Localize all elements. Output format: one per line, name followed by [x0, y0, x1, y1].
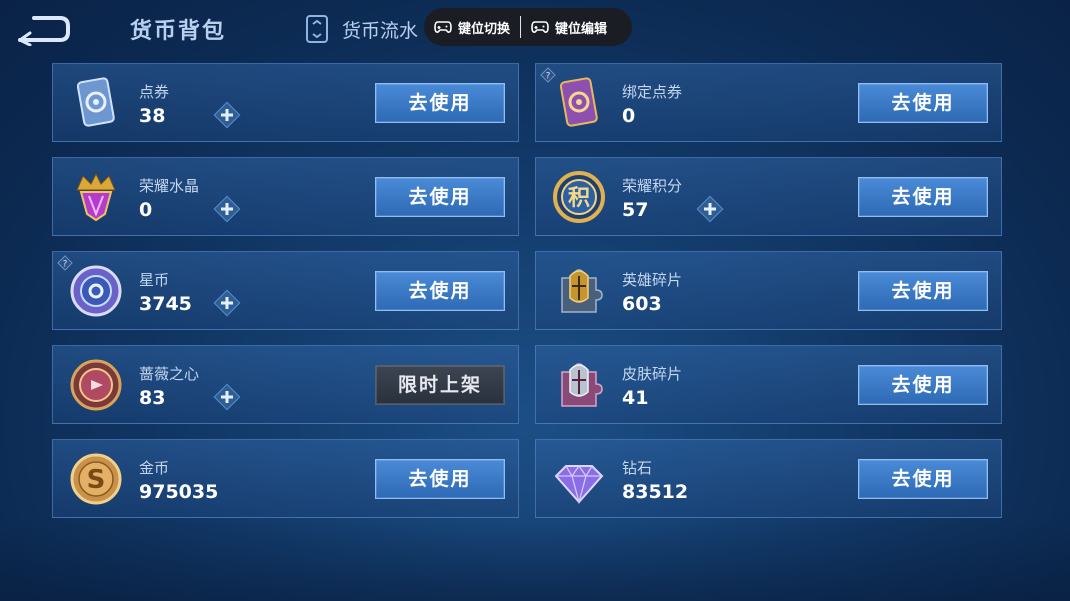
currency-flow-label: 货币流水	[342, 19, 419, 42]
currency-value: 38	[139, 105, 166, 127]
currency-name: 皮肤碎片	[622, 365, 683, 383]
gamepad-icon	[531, 21, 549, 33]
glory-points-icon: 积	[553, 171, 605, 223]
currency-name: 荣耀积分	[622, 177, 683, 195]
use-button[interactable]: 去使用	[858, 83, 988, 123]
page-title: 货币背包	[130, 19, 227, 44]
diamond-icon	[554, 464, 604, 505]
hero-fragment-icon	[561, 269, 603, 313]
gold-coin-icon: S	[70, 453, 122, 505]
use-button[interactable]: 去使用	[858, 177, 988, 217]
currency-value: 0	[622, 105, 636, 127]
use-button[interactable]: 去使用	[375, 177, 505, 217]
use-button[interactable]: 去使用	[858, 365, 988, 405]
back-arrow-icon[interactable]	[14, 12, 72, 46]
currency-name: 金币	[139, 459, 170, 477]
use-button[interactable]: 去使用	[858, 459, 988, 499]
star-coin-icon	[70, 265, 122, 317]
skin-fragment-icon	[561, 363, 603, 407]
currency-card-bound-voucher: ? 绑定点券 0 去使用	[535, 63, 1002, 142]
currency-value: 41	[622, 387, 649, 409]
currency-card-skin-fragment: 皮肤碎片 41 去使用	[535, 345, 1002, 424]
currency-flow-link[interactable]: 货币流水	[304, 14, 418, 44]
currency-value: 0	[139, 199, 153, 221]
use-button[interactable]: 去使用	[858, 271, 988, 311]
add-plus-icon[interactable]	[213, 383, 241, 411]
bound-voucher-card-icon	[559, 77, 598, 127]
currency-card-star-coin: ? 星币 3745 去使用	[52, 251, 519, 330]
bottom-shade	[0, 520, 1070, 601]
key-edit-button[interactable]: 键位编辑	[521, 8, 617, 46]
gamepad-icon	[434, 21, 452, 33]
top-bar: 货币背包 货币流水 键位切换 键位编辑	[0, 0, 1070, 58]
rose-heart-icon	[70, 359, 122, 411]
currency-name: 英雄碎片	[622, 271, 683, 289]
use-button[interactable]: 去使用	[375, 459, 505, 499]
currency-name: 荣耀水晶	[139, 177, 200, 195]
currency-value: 83512	[622, 481, 689, 503]
limited-time-button: 限时上架	[375, 365, 505, 405]
currency-card-diamond: 钻石 83512 去使用	[535, 439, 1002, 518]
key-switch-button[interactable]: 键位切换	[424, 8, 520, 46]
currency-card-glory-crystal: 荣耀水晶 0 去使用	[52, 157, 519, 236]
voucher-card-icon	[76, 77, 115, 127]
key-edit-label: 键位编辑	[555, 21, 608, 37]
currency-name: 蔷薇之心	[139, 365, 200, 383]
use-button[interactable]: 去使用	[375, 271, 505, 311]
currency-value: 57	[622, 199, 649, 221]
currency-card-voucher: 点券 38 去使用	[52, 63, 519, 142]
add-plus-icon[interactable]	[213, 195, 241, 223]
currency-value: 975035	[139, 481, 219, 503]
currency-name: 钻石	[622, 459, 653, 477]
key-switch-label: 键位切换	[458, 21, 511, 37]
add-plus-icon[interactable]	[213, 289, 241, 317]
glory-crystal-icon	[76, 172, 116, 222]
currency-value: 3745	[139, 293, 192, 315]
use-button[interactable]: 去使用	[375, 83, 505, 123]
add-plus-icon[interactable]	[213, 101, 241, 129]
key-control-pill: 键位切换 键位编辑	[424, 8, 632, 46]
currency-card-gold-coin: S 金币 975035 去使用	[52, 439, 519, 518]
svg-text:积: 积	[568, 186, 590, 211]
currency-name: 绑定点券	[622, 83, 683, 101]
svg-text:S: S	[87, 465, 106, 495]
currency-value: 83	[139, 387, 166, 409]
svg-text:?: ?	[546, 72, 551, 82]
currency-name: 星币	[139, 271, 170, 289]
svg-text:?: ?	[63, 260, 68, 270]
currency-value: 603	[622, 293, 662, 315]
add-plus-icon[interactable]	[696, 195, 724, 223]
currency-name: 点券	[139, 83, 170, 101]
currency-flow-icon	[306, 15, 328, 43]
currency-card-rose-heart: 蔷薇之心 83 限时上架	[52, 345, 519, 424]
currency-card-glory-points: 积 荣耀积分 57 去使用	[535, 157, 1002, 236]
currency-card-hero-fragment: 英雄碎片 603 去使用	[535, 251, 1002, 330]
